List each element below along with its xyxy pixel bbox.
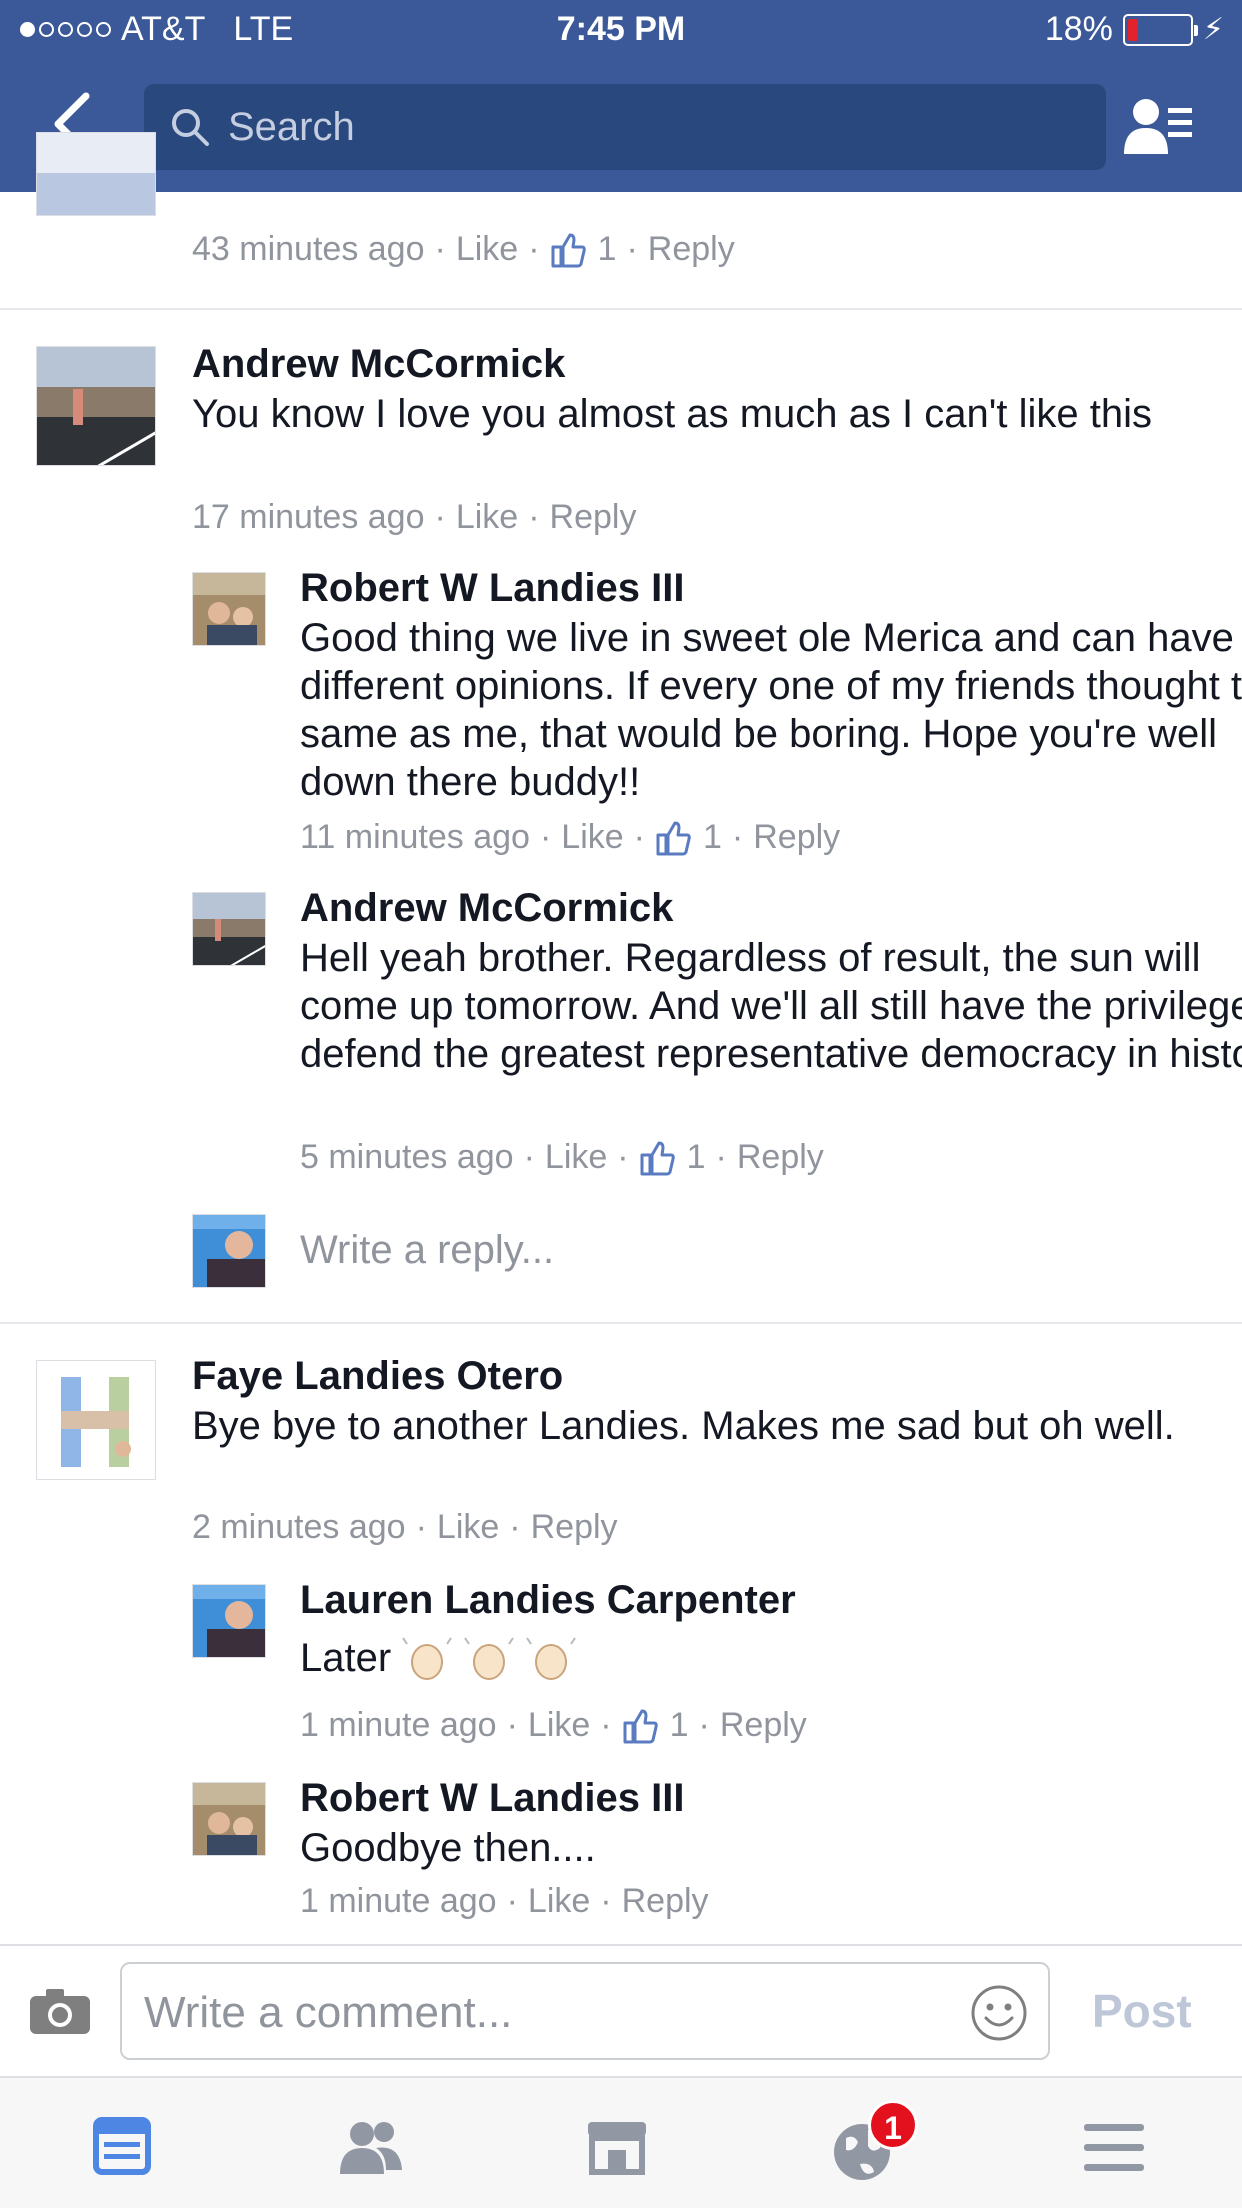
like-link[interactable]: Like xyxy=(528,1706,590,1745)
comment-meta: 43 minutes ago · Like · 1 · Reply xyxy=(192,230,735,269)
like-link[interactable]: Like xyxy=(545,1138,607,1177)
smiley-icon[interactable] xyxy=(970,1984,1028,2042)
avatar[interactable] xyxy=(36,346,156,466)
reply-time[interactable]: 11 minutes ago xyxy=(300,818,530,857)
comment-author[interactable]: Faye Landies Otero xyxy=(192,1354,563,1399)
search-icon xyxy=(172,109,209,146)
news-feed-icon[interactable] xyxy=(72,2108,172,2188)
reply-link[interactable]: Reply xyxy=(622,1882,709,1921)
comment-input[interactable]: Write a comment... xyxy=(120,1962,1050,2060)
reply-author[interactable]: Lauren Landies Carpenter xyxy=(300,1578,796,1623)
reply-time[interactable]: 1 minute ago xyxy=(300,1882,497,1921)
reply-text: Later xyxy=(300,1636,392,1680)
like-link[interactable]: Like xyxy=(456,230,518,269)
like-count: 1 xyxy=(686,1138,706,1176)
reply-time[interactable]: 5 minutes ago xyxy=(300,1138,514,1177)
comment-text: Bye bye to another Landies. Makes me sad… xyxy=(192,1404,1175,1448)
reply-meta: 1 minute ago · Like · 1 · Reply xyxy=(300,1706,807,1745)
comment-time[interactable]: 17 minutes ago xyxy=(192,498,425,537)
avatar[interactable] xyxy=(192,572,266,646)
avatar[interactable] xyxy=(192,1782,266,1856)
reply-meta: 5 minutes ago · Like · 1 · Reply xyxy=(300,1138,824,1177)
post-button[interactable]: Post xyxy=(1092,1984,1192,2038)
waving-hand-icon xyxy=(402,1637,453,1680)
comment-author[interactable]: Andrew McCormick xyxy=(192,342,565,387)
marketplace-icon[interactable] xyxy=(566,2108,666,2188)
status-bar: AT&T LTE 7:45 PM 18% ⚡ xyxy=(0,0,1242,62)
thumbs-up-icon xyxy=(640,1141,675,1175)
menu-icon[interactable] xyxy=(1064,2108,1164,2188)
search-input[interactable]: Search xyxy=(144,84,1106,170)
like-count: 1 xyxy=(597,230,617,268)
waving-hand-icon xyxy=(526,1637,577,1680)
thumbs-up-icon xyxy=(656,821,691,855)
battery-icon xyxy=(1122,13,1198,46)
friend-requests-icon[interactable] xyxy=(1122,96,1194,158)
thumbs-up-icon xyxy=(623,1709,658,1743)
reply-link[interactable]: Reply xyxy=(720,1706,807,1745)
reply-author[interactable]: Andrew McCormick xyxy=(300,886,673,931)
like-link[interactable]: Like xyxy=(561,818,623,857)
comment-time[interactable]: 43 minutes ago xyxy=(192,230,425,269)
reply-link[interactable]: Reply xyxy=(737,1138,824,1177)
like-count: 1 xyxy=(669,1706,689,1744)
reply-meta: 11 minutes ago · Like · 1 · Reply xyxy=(300,818,841,857)
comment-time[interactable]: 2 minutes ago xyxy=(192,1508,406,1547)
reply-author[interactable]: Robert W Landies III xyxy=(300,566,684,611)
divider xyxy=(0,1322,1242,1324)
comment-placeholder: Write a comment... xyxy=(144,1988,513,2037)
reply-link[interactable]: Reply xyxy=(550,498,637,537)
reply-text: Good thing we live in sweet ole Merica a… xyxy=(300,616,1242,804)
avatar[interactable] xyxy=(192,892,266,966)
charging-icon: ⚡ xyxy=(1202,13,1224,46)
tab-bar: 1 xyxy=(0,2076,1242,2208)
avatar[interactable] xyxy=(36,1360,156,1480)
like-link[interactable]: Like xyxy=(528,1882,590,1921)
comment-composer: Write a comment... Post xyxy=(0,1944,1242,2076)
comment-meta: 17 minutes ago · Like · Reply xyxy=(192,498,637,537)
top-bar: AT&T LTE 7:45 PM 18% ⚡ Search xyxy=(0,0,1242,192)
battery-percent: 18% xyxy=(1044,10,1113,48)
reply-link[interactable]: Reply xyxy=(753,818,840,857)
reply-meta: 1 minute ago · Like · Reply xyxy=(300,1882,709,1921)
reply-text-row: Later xyxy=(300,1634,1242,1682)
camera-icon[interactable] xyxy=(28,1986,92,2036)
like-count: 1 xyxy=(703,818,722,856)
avatar[interactable] xyxy=(36,132,156,216)
notifications-tab[interactable]: 1 xyxy=(816,2100,918,2188)
like-link[interactable]: Like xyxy=(456,498,518,537)
reply-link[interactable]: Reply xyxy=(648,230,735,269)
friends-icon[interactable] xyxy=(320,2108,420,2188)
avatar[interactable] xyxy=(192,1584,266,1658)
notification-badge: 1 xyxy=(868,2100,918,2150)
reply-text: Goodbye then.... xyxy=(300,1826,596,1870)
reply-author[interactable]: Robert W Landies III xyxy=(300,1776,684,1821)
divider xyxy=(0,308,1242,310)
reply-link[interactable]: Reply xyxy=(531,1508,618,1547)
like-link[interactable]: Like xyxy=(437,1508,499,1547)
comment-meta: 2 minutes ago · Like · Reply xyxy=(192,1508,618,1547)
write-reply-input[interactable]: Write a reply... xyxy=(300,1228,554,1273)
reply-text: Hell yeah brother. Regardless of result,… xyxy=(300,936,1242,1076)
my-avatar xyxy=(192,1214,266,1288)
comment-text: You know I love you almost as much as I … xyxy=(192,392,1152,436)
waving-hand-icon xyxy=(464,1637,515,1680)
search-placeholder: Search xyxy=(228,104,355,149)
reply-time[interactable]: 1 minute ago xyxy=(300,1706,497,1745)
thumbs-up-icon xyxy=(551,233,586,267)
